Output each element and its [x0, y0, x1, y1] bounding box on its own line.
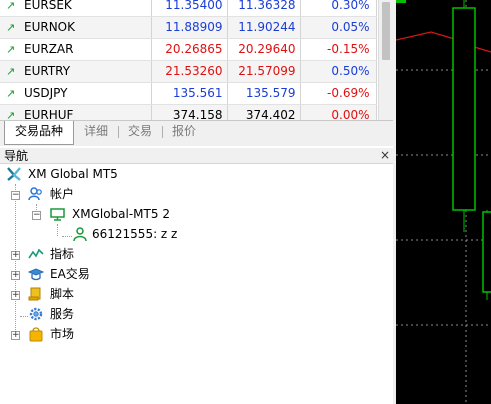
user-icon	[73, 227, 87, 242]
bid-value: 11.88909	[151, 16, 228, 39]
table-row[interactable]: ↗ EURNOK 11.88909 11.90244 0.05%	[0, 16, 377, 39]
market-watch-table: ↗ EURSEK 11.35400 11.36328 0.30% ↗ EURNOK …	[0, 0, 377, 127]
ask-value: 135.579	[227, 82, 301, 105]
tab-details[interactable]: 详细	[78, 121, 114, 143]
table-row[interactable]: ↗ EURTRY 21.53260 21.57099 0.50%	[0, 60, 377, 83]
scrollbar-thumb[interactable]	[382, 2, 390, 60]
ask-value: 11.90244	[227, 16, 301, 39]
change-value: 0.30%	[300, 0, 377, 17]
tree-label: EA交易	[50, 267, 90, 281]
market-watch-tabs: 交易品种 详细 交易 报价	[0, 120, 393, 146]
change-value: 0.50%	[300, 60, 377, 83]
tree-label: XM Global MT5	[28, 167, 118, 181]
tree-label: 市场	[50, 327, 75, 341]
table-row[interactable]: ↗ EURZAR 20.26865 20.29640 -0.15%	[0, 38, 377, 61]
tree-line	[20, 316, 28, 317]
tree-item-indicators[interactable]: 指标	[28, 244, 228, 264]
navigator-panel: XM Global MT5 − 帐户 − XMGlobal-MT5 2 6612…	[0, 164, 393, 404]
tree-item-scripts[interactable]: 脚本	[28, 284, 228, 304]
symbol-name: EURNOK	[24, 20, 75, 34]
tree-label: 指标	[50, 247, 75, 261]
candle-body	[482, 211, 491, 293]
bid-value: 20.26865	[151, 38, 228, 61]
price-chart[interactable]	[396, 0, 491, 404]
trend-arrow-icon: ↗	[6, 43, 16, 56]
tree-item-services[interactable]: 服务	[28, 304, 228, 324]
trend-arrow-icon: ↗	[6, 0, 16, 12]
expand-icon[interactable]: +	[11, 251, 20, 260]
change-value: -0.15%	[300, 38, 377, 61]
symbol-name: USDJPY	[24, 86, 68, 100]
change-value: 0.05%	[300, 16, 377, 39]
navigator-title: 导航	[4, 149, 29, 163]
tree-item-account[interactable]: 66121555: z z	[72, 224, 322, 244]
tab-trading[interactable]: 交易	[122, 121, 158, 143]
ask-value: 20.29640	[227, 38, 301, 61]
bid-value: 135.561	[151, 82, 228, 105]
server-icon	[50, 208, 65, 221]
tree-item-accounts[interactable]: 帐户	[28, 184, 228, 204]
tab-symbols[interactable]: 交易品种	[4, 121, 74, 145]
xm-logo-icon	[7, 167, 21, 181]
shopping-bag-icon	[29, 327, 43, 342]
tree-label: XMGlobal-MT5 2	[72, 207, 170, 221]
symbol-name: EURSEK	[24, 0, 72, 12]
candle-body	[452, 7, 476, 211]
script-scroll-icon	[28, 287, 41, 301]
tab-separator	[162, 126, 163, 138]
trend-arrow-icon: ↗	[6, 87, 16, 100]
collapse-icon[interactable]: −	[32, 211, 41, 220]
tree-label: 服务	[50, 307, 75, 321]
ask-value: 11.36328	[227, 0, 301, 17]
symbol-name: EURZAR	[24, 42, 74, 56]
expand-icon[interactable]: +	[11, 331, 20, 340]
tree-line	[15, 184, 16, 336]
ask-value: 21.57099	[227, 60, 301, 83]
table-row[interactable]: ↗ USDJPY 135.561 135.579 -0.69%	[0, 82, 377, 105]
tab-ticks[interactable]: 报价	[166, 121, 202, 143]
chart-canvas	[396, 0, 491, 404]
indicators-icon	[28, 248, 44, 259]
table-row[interactable]: ↗ EURSEK 11.35400 11.36328 0.30%	[0, 0, 377, 17]
gear-icon	[29, 307, 43, 321]
change-value: -0.69%	[300, 82, 377, 105]
tree-line	[57, 224, 58, 236]
trend-arrow-icon: ↗	[6, 21, 16, 34]
moving-average-line	[396, 31, 491, 53]
collapse-icon[interactable]: −	[11, 191, 20, 200]
tree-label: 脚本	[50, 287, 75, 301]
bid-value: 21.53260	[151, 60, 228, 83]
tree-item-market[interactable]: 市场	[28, 324, 228, 344]
trend-arrow-icon: ↗	[6, 65, 16, 78]
tree-item-root[interactable]: XM Global MT5	[6, 164, 306, 184]
tree-item-expert-advisors[interactable]: EA交易	[28, 264, 228, 284]
chart-marker	[396, 0, 406, 3]
navigator-header: 导航 ×	[0, 148, 393, 164]
tree-label: 66121555: z z	[92, 227, 178, 241]
close-icon[interactable]: ×	[380, 148, 390, 162]
expand-icon[interactable]: +	[11, 291, 20, 300]
expand-icon[interactable]: +	[11, 271, 20, 280]
bid-value: 11.35400	[151, 0, 228, 17]
tree-label: 帐户	[50, 187, 75, 201]
tree-line	[62, 236, 72, 237]
accounts-icon	[28, 187, 42, 201]
graduation-cap-icon	[28, 268, 44, 281]
tree-item-server[interactable]: XMGlobal-MT5 2	[50, 204, 300, 224]
symbol-name: EURTRY	[24, 64, 71, 78]
vertical-scrollbar[interactable]	[378, 0, 393, 120]
tab-separator	[118, 126, 119, 138]
